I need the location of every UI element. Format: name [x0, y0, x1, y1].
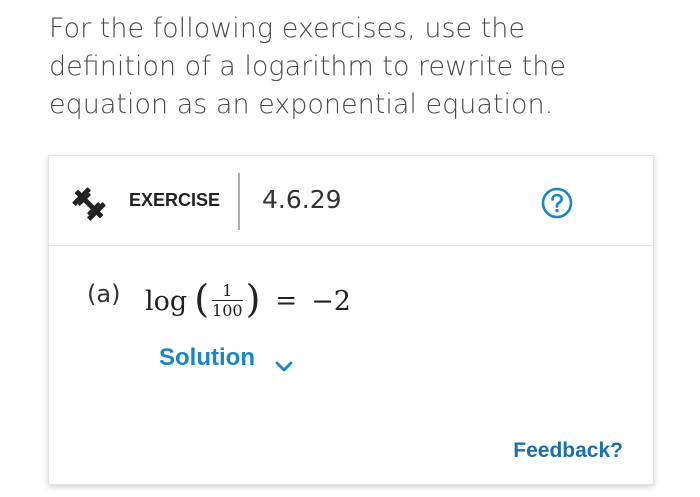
solution-label: Solution [159, 344, 255, 371]
equals-sign: = [275, 286, 298, 316]
chevron-down-icon [275, 352, 293, 372]
solution-toggle[interactable]: Solution [159, 344, 293, 372]
question-circle-icon[interactable] [541, 187, 573, 219]
fraction-denominator: 100 [212, 300, 243, 320]
exercise-number: 4.6.29 [262, 185, 342, 214]
fraction: 1 100 [212, 282, 243, 319]
header-divider [238, 173, 240, 230]
equation-rhs: −2 [311, 285, 351, 317]
exercise-header: EXERCISE 4.6.29 [49, 156, 653, 246]
fraction-numerator: 1 [222, 280, 233, 300]
equation: log ( 1 100 ) = −2 [145, 273, 351, 329]
exercise-card: EXERCISE 4.6.29 (a) log ( 1 100 ) = −2 S… [48, 155, 654, 485]
part-label: (a) [87, 280, 121, 308]
exercise-label: EXERCISE [129, 190, 221, 210]
feedback-link[interactable]: Feedback? [513, 439, 623, 463]
instructions-text: For the following exercises, use the def… [49, 13, 566, 120]
log-function: log [145, 285, 188, 317]
dumbbell-icon [69, 184, 109, 224]
paren-open: ( [194, 277, 210, 321]
paren-close: ) [245, 277, 261, 321]
